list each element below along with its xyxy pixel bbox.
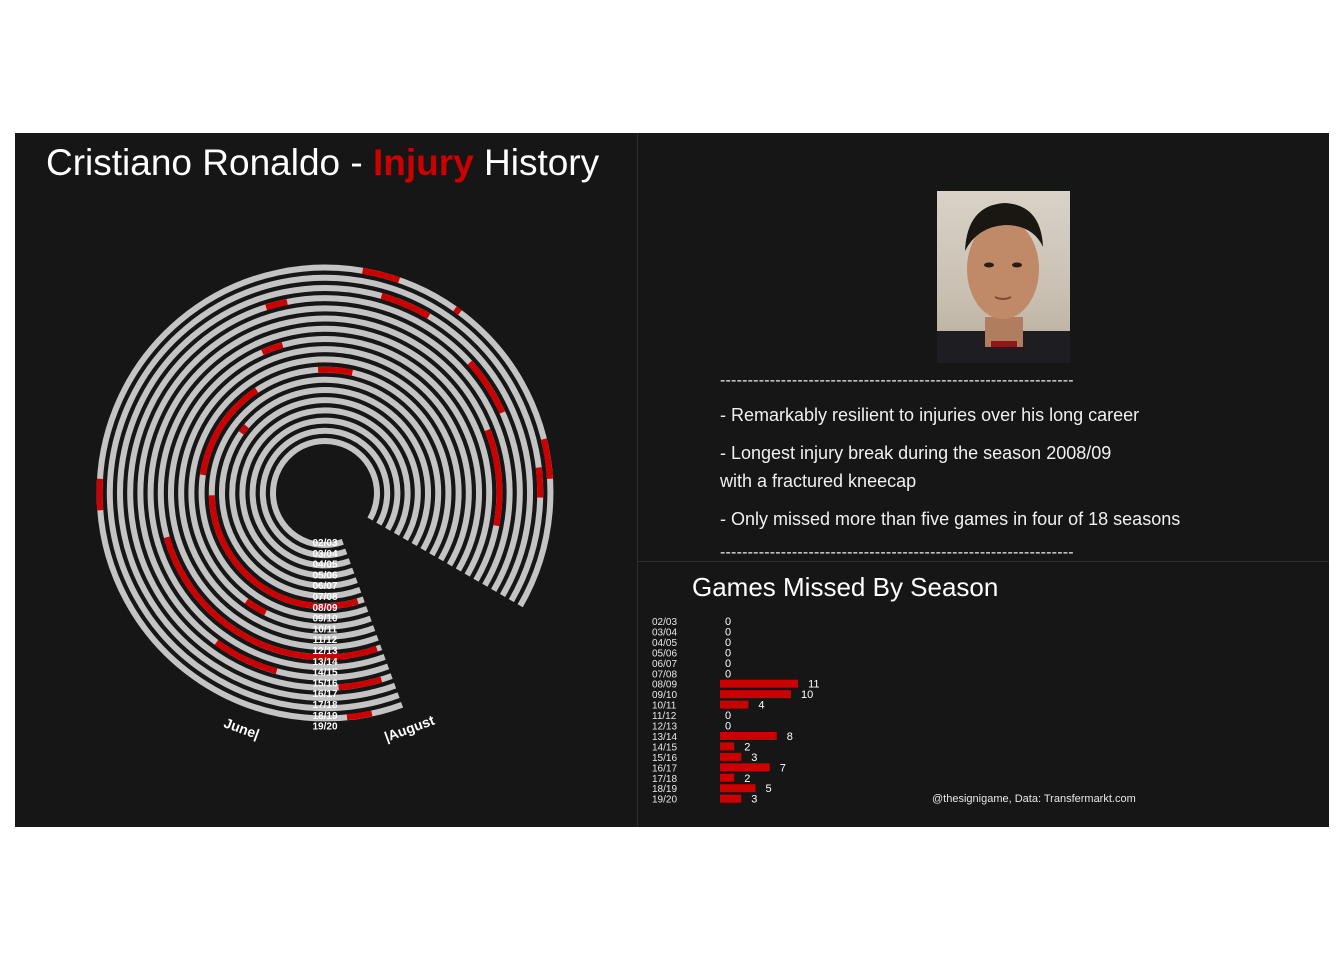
season-label-13-14: 13/14 bbox=[312, 657, 337, 668]
season-labels: 02/0303/0404/0505/0606/0707/0808/0909/10… bbox=[312, 538, 337, 733]
season-label-07-08: 07/08 bbox=[312, 592, 337, 603]
season-label-12-13: 12/13 bbox=[312, 646, 337, 657]
season-label-16-17: 16/17 bbox=[312, 689, 337, 700]
season-label-19-20: 19/20 bbox=[312, 722, 337, 733]
note-bullet-2-line-2: with a fractured kneecap bbox=[720, 471, 917, 491]
injury-arc-19-20-0 bbox=[346, 710, 373, 721]
season-label-15-16: 15/16 bbox=[312, 678, 337, 689]
injury-arc-18-19-0 bbox=[535, 467, 544, 498]
june-label: June| bbox=[222, 715, 262, 743]
season-label-18-19: 18/19 bbox=[312, 711, 337, 722]
season-label-02-03: 02/03 bbox=[312, 538, 337, 549]
credit-text: @thesignigame, Data: Transfermarkt.com bbox=[932, 793, 1136, 805]
injury-arc-19-20-1 bbox=[96, 478, 104, 511]
notes-rule-bottom: ----------------------------------------… bbox=[720, 544, 1074, 561]
notes-rule-top: ----------------------------------------… bbox=[720, 372, 1074, 389]
season-label-09-10: 09/10 bbox=[312, 614, 337, 625]
season-label-03-04: 03/04 bbox=[312, 549, 337, 560]
season-label-08-09: 08/09 bbox=[312, 603, 337, 614]
injury-arc-19-20-2 bbox=[362, 267, 401, 283]
note-bullet-2-line-1: - Longest injury break during the season… bbox=[720, 443, 1112, 463]
injury-arc-09-10-1 bbox=[317, 366, 354, 376]
injury-spiral-chart: 02/0303/0404/0505/0606/0707/0808/0909/10… bbox=[96, 264, 554, 745]
bar-chart-title: Games Missed By Season bbox=[692, 572, 999, 602]
season-ring-03-04 bbox=[259, 427, 391, 559]
player-photo bbox=[937, 191, 1070, 363]
season-label-05-06: 05/06 bbox=[312, 570, 337, 581]
season-label-14-15: 14/15 bbox=[312, 668, 337, 679]
august-label: |August bbox=[382, 712, 437, 745]
season-label-04-05: 04/05 bbox=[312, 560, 337, 571]
note-bullet-1: - Remarkably resilient to injuries over … bbox=[720, 405, 1140, 425]
injury-arc-12-13-0 bbox=[261, 342, 284, 356]
injury-arc-07-08-0 bbox=[238, 424, 249, 435]
season-ring-02-03 bbox=[270, 438, 380, 548]
injury-arc-16-17-1 bbox=[265, 298, 288, 311]
season-label-06-07: 06/07 bbox=[312, 581, 337, 592]
season-label-17-18: 17/18 bbox=[312, 700, 337, 711]
season-label-11-12: 11/12 bbox=[313, 635, 338, 646]
injury-arc-19-20-4 bbox=[540, 438, 553, 480]
injury-arc-19-20-3 bbox=[453, 306, 462, 315]
injury-arc-16-17-0 bbox=[338, 676, 383, 691]
season-label-10-11: 10/11 bbox=[313, 624, 338, 635]
note-bullet-3: - Only missed more than five games in fo… bbox=[720, 509, 1181, 529]
